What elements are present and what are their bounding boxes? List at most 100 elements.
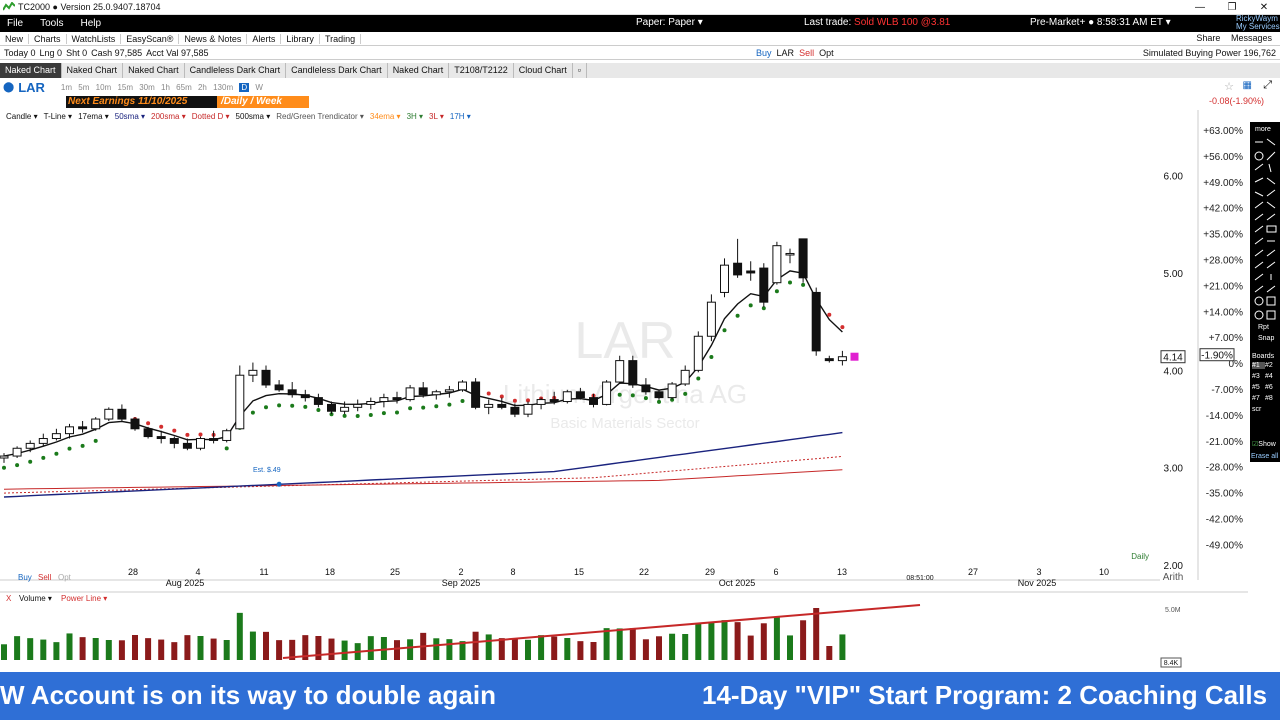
board-2[interactable]: #2 (1265, 362, 1278, 369)
board-5[interactable]: #5 (1252, 384, 1265, 391)
toolbar-easyscan[interactable]: EasyScan® (121, 33, 180, 44)
toolbar-trading[interactable]: Trading (320, 33, 362, 44)
tab-naked-chart-4[interactable]: Naked Chart (388, 63, 450, 78)
indicator-1[interactable]: T-Line ▾ (44, 112, 72, 121)
timeframe-5m[interactable]: 5m (78, 83, 89, 92)
tab-naked-chart-2[interactable]: Naked Chart (62, 63, 124, 78)
board-4[interactable]: #4 (1265, 373, 1278, 380)
link-icon[interactable]: ⬤ (3, 82, 14, 93)
tab-candleless-dark-1[interactable]: Candleless Dark Chart (185, 63, 287, 78)
menu-help[interactable]: Help (80, 18, 101, 29)
tab-cloud-chart[interactable]: Cloud Chart (514, 63, 573, 78)
last-trade: Last trade: Sold WLB 100 @3.81 (804, 17, 950, 28)
timeframe-10m[interactable]: 10m (96, 83, 112, 92)
snap-toggle[interactable]: Snap (1258, 335, 1274, 342)
erase-all-button[interactable]: Erase all (1251, 453, 1278, 460)
price-chart[interactable]: LARLithium Argentina AGBasic Materials S… (0, 110, 1248, 670)
toolbar-right: Share Messages (1188, 33, 1272, 43)
timeframe-65m[interactable]: 65m (176, 83, 192, 92)
price-change-top: -0.08(-1.90%) (1208, 96, 1264, 106)
more-tools-button[interactable]: more (1255, 126, 1271, 133)
layout-tabs: Naked Chart Naked Chart Naked Chart Cand… (0, 63, 1280, 78)
tline-dot (421, 405, 426, 410)
timeframe-daily[interactable]: D (239, 82, 250, 92)
toolbar-charts[interactable]: Charts (29, 33, 67, 44)
board-7[interactable]: #7 (1252, 395, 1265, 402)
timeframe-30m[interactable]: 30m (139, 83, 155, 92)
timeframe-130m[interactable]: 130m (213, 83, 233, 92)
board-1[interactable]: #1 (1252, 362, 1265, 369)
volume-bar (341, 640, 348, 660)
show-checkbox[interactable]: ☑Show (1252, 440, 1276, 448)
expand-icon[interactable]: ⤢ (1263, 79, 1272, 92)
maximize-button[interactable]: ❐ (1216, 0, 1248, 15)
tab-naked-chart-3[interactable]: Naked Chart (123, 63, 185, 78)
toolbar-watchlists[interactable]: WatchLists (67, 33, 122, 44)
tline-dot (408, 406, 413, 411)
paper-account-selector[interactable]: Paper: Paper ▾ (636, 17, 703, 28)
indicator-8[interactable]: 34ema ▾ (370, 112, 401, 121)
tline-dot (788, 280, 792, 285)
menu-tools[interactable]: Tools (40, 18, 63, 29)
timeframe-1h[interactable]: 1h (161, 83, 170, 92)
toolbar-new[interactable]: New (0, 33, 30, 44)
tab-naked-chart-active[interactable]: Naked Chart (0, 63, 62, 78)
timeframe-15m[interactable]: 15m (117, 83, 133, 92)
minimize-button[interactable]: — (1184, 0, 1216, 15)
tline-dot (290, 403, 295, 408)
menu-file[interactable]: File (7, 18, 23, 29)
indicator-11[interactable]: 17H ▾ (450, 112, 471, 121)
quick-buy-button[interactable]: Buy (756, 48, 772, 58)
timeframe-1m[interactable]: 1m (61, 83, 72, 92)
boards-grid: #1 #2 #3 #4 #5 #6 #7 #8 scr (1252, 362, 1280, 413)
board-6[interactable]: #6 (1265, 384, 1278, 391)
volume-bar (433, 638, 440, 660)
volume-bar (446, 639, 453, 660)
drawing-tool-icons[interactable] (1250, 134, 1280, 329)
candle-body (0, 455, 9, 459)
messages-button[interactable]: Messages (1231, 33, 1272, 43)
toolbar-library[interactable]: Library (281, 33, 320, 44)
x-tick-label: 4 (195, 567, 200, 577)
candle-body (104, 408, 114, 420)
quick-sell-button[interactable]: Sell (799, 48, 814, 58)
x-tick-label: 28 (128, 567, 138, 577)
x-tick-label: 10 (1099, 567, 1109, 577)
indicator-9[interactable]: 3H ▾ (407, 112, 423, 121)
last-change-label: -1.90% (1201, 351, 1233, 362)
share-button[interactable]: Share (1196, 33, 1220, 43)
tline-dot (277, 403, 282, 408)
symbol-input[interactable]: LAR (18, 80, 45, 95)
board-8[interactable]: #8 (1265, 395, 1278, 402)
repeat-tool-button[interactable]: Rpt (1258, 324, 1269, 331)
toolbar-alerts[interactable]: Alerts (247, 33, 282, 44)
tline-dot (630, 393, 635, 398)
volume-bar (721, 620, 728, 660)
quick-opt-button[interactable]: Opt (819, 48, 834, 58)
board-scr[interactable]: scr (1252, 406, 1265, 413)
timeframe-weekly[interactable]: W (255, 83, 263, 92)
indicator-4[interactable]: 200sma ▾ (151, 112, 186, 121)
indicator-5[interactable]: Dotted D ▾ (192, 112, 230, 121)
indicator-3[interactable]: 50sma ▾ (115, 112, 145, 121)
board-3[interactable]: #3 (1252, 373, 1265, 380)
new-tab-icon[interactable]: ▫ (573, 63, 587, 78)
market-session-clock[interactable]: Pre-Market+ ● 8:58:31 AM ET ▾ (1030, 17, 1171, 28)
user-menu[interactable]: RickyWaym My Services (1236, 15, 1280, 31)
tab-t2108[interactable]: T2108/T2122 (449, 63, 514, 78)
volume-bar (394, 640, 400, 660)
indicator-2[interactable]: 17ema ▾ (78, 112, 109, 121)
volume-bar (839, 634, 846, 660)
toolbar-news-notes[interactable]: News & Notes (179, 33, 248, 44)
tab-candleless-dark-2[interactable]: Candleless Dark Chart (286, 63, 388, 78)
close-button[interactable]: ✕ (1248, 0, 1280, 15)
indicator-6[interactable]: 500sma ▾ (236, 112, 271, 121)
grid-icon[interactable]: ▦ (1243, 80, 1252, 91)
indicator-7[interactable]: Red/Green Trendicator ▾ (276, 112, 364, 121)
star-icon[interactable]: ☆ (1224, 80, 1234, 93)
indicator-10[interactable]: 3L ▾ (429, 112, 444, 121)
my-services-link[interactable]: My Services (1236, 22, 1280, 31)
timeframe-2h[interactable]: 2h (198, 83, 207, 92)
candle-body (366, 401, 376, 405)
indicator-0[interactable]: Candle ▾ (6, 112, 38, 121)
